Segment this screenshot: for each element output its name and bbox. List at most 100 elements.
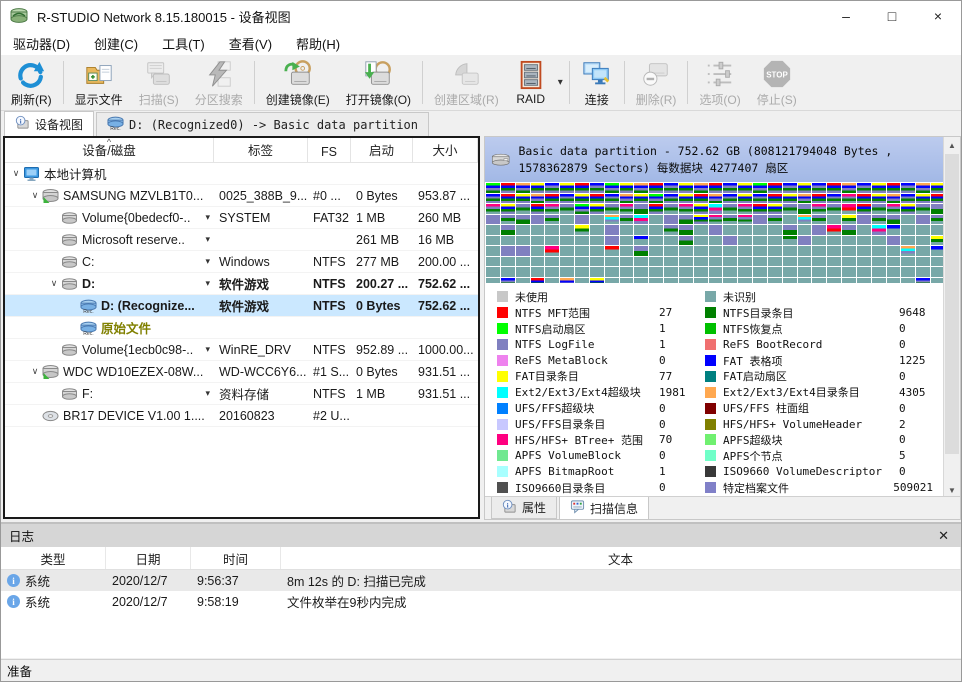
raid-dropdown-icon[interactable]: ▾ — [555, 77, 566, 88]
log-column-header-1[interactable]: 日期 — [106, 547, 191, 569]
tree-row-5[interactable]: ∨D:▾软件游戏NTFS200.27 ...752.62 ... — [5, 273, 478, 295]
scan-map-block — [664, 183, 678, 193]
tree-column-header-4[interactable]: 大小 — [413, 138, 478, 162]
legend-item-right-2: NTFS恢复点0 — [705, 321, 933, 337]
toolbar-button-create-image[interactable]: 创建镜像(E) — [258, 56, 338, 110]
log-column-header-3[interactable]: 文本 — [281, 547, 961, 569]
log-close-icon[interactable]: ✕ — [934, 528, 953, 544]
scan-map-block — [872, 267, 886, 277]
menu-item-3[interactable]: 查看(V) — [217, 31, 284, 56]
tree-row-7[interactable]: Rec.原始文件 — [5, 317, 478, 339]
tree-row-label: F: — [82, 387, 93, 401]
tree-row-4[interactable]: C:▾WindowsNTFS277 MB200.00 ... — [5, 251, 478, 273]
scan-map-block — [901, 225, 915, 235]
tree-row-cell-3 — [413, 405, 478, 426]
log-type-cell: i系统 — [1, 592, 106, 611]
log-column-header-0[interactable]: 类型 — [1, 547, 106, 569]
tree-row-10[interactable]: F:▾资料存储NTFS1 MB931.51 ... — [5, 383, 478, 405]
row-dropdown-icon[interactable]: ▾ — [205, 212, 214, 223]
log-type: 系统 — [25, 571, 50, 590]
scan-map-block — [634, 194, 648, 204]
close-button[interactable]: × — [915, 1, 961, 31]
scrollbar-thumb[interactable] — [945, 154, 959, 454]
tree-row-1[interactable]: ∨SAMSUNG MZVLB1T0...0025_388B_9...#0 ...… — [5, 185, 478, 207]
log-type-cell: i系统 — [1, 571, 106, 590]
tree-row-6[interactable]: Rec.D: (Recognize...软件游戏NTFS0 Bytes752.6… — [5, 295, 478, 317]
maximize-button[interactable]: □ — [869, 1, 915, 31]
legend-label: ISO9660 VolumeDescriptor — [723, 465, 899, 478]
toolbar-button-open-image[interactable]: 打开镜像(O) — [338, 56, 419, 110]
minimize-button[interactable]: – — [823, 1, 869, 31]
tree-row-9[interactable]: ∨WDC WD10EZEX-08W...WD-WCC6Y6...#1 S...0… — [5, 361, 478, 383]
row-dropdown-icon[interactable]: ▾ — [205, 388, 214, 399]
toolbar-button-raid[interactable]: RAID — [507, 57, 555, 108]
scan-map-block — [901, 183, 915, 193]
toolbar-button-connect[interactable]: 连接 — [573, 56, 621, 110]
info-tab-1[interactable]: 扫描信息 — [559, 497, 649, 520]
scroll-up-icon[interactable]: ▲ — [944, 137, 960, 153]
view-tab-0[interactable]: i设备视图 — [4, 111, 94, 136]
log-column-header-2[interactable]: 时间 — [191, 547, 281, 569]
expander-icon[interactable]: ∨ — [28, 190, 42, 201]
scan-map-block — [768, 278, 782, 284]
menu-item-4[interactable]: 帮助(H) — [284, 31, 352, 56]
info-tab-0[interactable]: i属性 — [491, 497, 557, 519]
scan-map-block — [501, 215, 515, 225]
tree-row-2[interactable]: Volume{0bedecf0-..▾SYSTEMFAT321 MB260 MB — [5, 207, 478, 229]
scan-map-block — [679, 225, 693, 235]
scan-block-map[interactable] — [486, 183, 945, 283]
log-row-1[interactable]: i系统2020/12/79:58:19文件枚举在9秒内完成 — [1, 591, 961, 612]
create-region-icon — [450, 58, 482, 90]
scan-map-block — [634, 225, 648, 235]
row-dropdown-icon[interactable]: ▾ — [205, 256, 214, 267]
tree-column-header-2[interactable]: FS — [308, 138, 351, 162]
menu-item-1[interactable]: 创建(C) — [82, 31, 150, 56]
right-scrollbar[interactable]: ▲ ▼ — [943, 137, 960, 498]
row-dropdown-icon[interactable]: ▾ — [205, 278, 214, 289]
scan-map-block — [723, 257, 737, 267]
legend-label: ReFS MetaBlock — [515, 354, 659, 367]
scan-map-block — [887, 267, 901, 277]
scan-map-block — [575, 246, 589, 256]
scan-map-block — [842, 257, 856, 267]
scan-map-block — [798, 278, 812, 284]
toolbar-button-show-files[interactable]: 显示文件 — [67, 56, 131, 110]
tree-row-cell-0: 20160823 — [214, 405, 308, 426]
tree-row-cell-2: 277 MB — [351, 251, 413, 272]
tree-row-0[interactable]: ∨本地计算机 — [5, 163, 478, 185]
scan-map-block — [857, 246, 871, 256]
legend-label: NTFS恢复点 — [723, 321, 899, 337]
tree-row-3[interactable]: Microsoft reserve..▾261 MB16 MB — [5, 229, 478, 251]
toolbar-group-0: 刷新(R) — [3, 55, 60, 110]
row-dropdown-icon[interactable]: ▾ — [205, 344, 214, 355]
toolbar-button-refresh[interactable]: 刷新(R) — [3, 56, 60, 110]
expander-icon[interactable]: ∨ — [9, 168, 23, 179]
legend-item-right-3: ReFS BootRecord0 — [705, 337, 933, 353]
log-row-0[interactable]: i系统2020/12/79:56:378m 12s 的 D: 扫描已完成 — [1, 570, 961, 591]
scan-map-block — [664, 236, 678, 246]
scan-map-block — [709, 183, 723, 193]
sort-ascending-icon: ^ — [107, 137, 111, 147]
scan-map-block — [620, 204, 634, 214]
scan-map-block — [605, 236, 619, 246]
tree-row-label: 原始文件 — [101, 318, 151, 337]
row-dropdown-icon[interactable]: ▾ — [205, 234, 214, 245]
expander-icon[interactable]: ∨ — [28, 366, 42, 377]
tree-row-name-cell: ∨SAMSUNG MZVLB1T0... — [5, 185, 214, 206]
scan-map-block — [723, 236, 737, 246]
tree-row-8[interactable]: Volume{1ecb0c98-..▾WinRE_DRVNTFS952.89 .… — [5, 339, 478, 361]
tree-column-header-0[interactable]: 设备/磁盘^ — [5, 138, 214, 162]
tree-row-11[interactable]: BR17 DEVICE V1.00 1....20160823#2 U... — [5, 405, 478, 427]
view-tab-1[interactable]: Rec.D: (Recognized0) -> Basic data parti… — [96, 112, 429, 136]
tree-row-cell-0: 0025_388B_9... — [214, 185, 308, 206]
legend-swatch — [705, 371, 716, 382]
tree-row-cell-2: 952.89 ... — [351, 339, 413, 360]
menu-item-0[interactable]: 驱动器(D) — [1, 31, 82, 56]
scan-map-block — [709, 215, 723, 225]
scan-map-block — [812, 257, 826, 267]
scan-map-block — [560, 257, 574, 267]
tree-column-header-3[interactable]: 启动 — [351, 138, 413, 162]
expander-icon[interactable]: ∨ — [47, 278, 61, 289]
tree-column-header-1[interactable]: 标签 — [214, 138, 308, 162]
menu-item-2[interactable]: 工具(T) — [150, 31, 217, 56]
